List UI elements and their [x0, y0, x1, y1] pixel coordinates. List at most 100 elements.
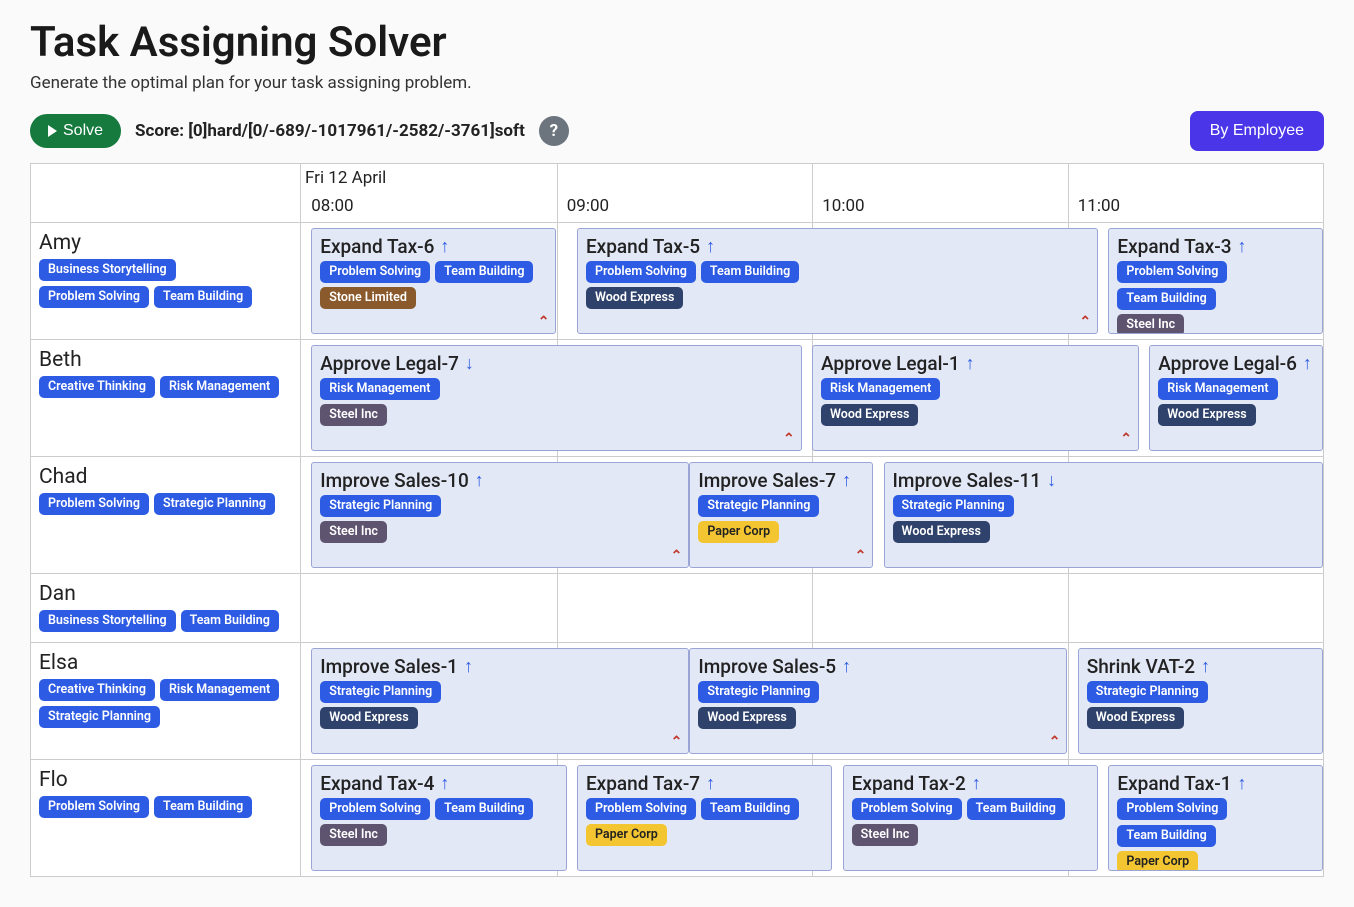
task-skills: Strategic Planning [320, 681, 680, 703]
task-title-text: Expand Tax-6 [320, 235, 434, 258]
skill-pill: Problem Solving [1117, 261, 1227, 283]
skill-pill: Problem Solving [1117, 798, 1227, 820]
employee-skills: Creative ThinkingRisk ManagementStrategi… [39, 679, 290, 728]
task-title-text: Approve Legal-7 [320, 352, 459, 375]
employee-skills: Creative ThinkingRisk Management [39, 376, 290, 398]
customer-pill: Paper Corp [698, 521, 779, 543]
task-title: Improve Sales-7↑ [698, 469, 864, 492]
employee-timeline [301, 574, 1323, 642]
task-customer: Steel Inc [1117, 314, 1314, 334]
gridline [1323, 164, 1324, 222]
skill-pill: Strategic Planning [154, 493, 275, 515]
task-card[interactable]: Expand Tax-3↑Problem SolvingTeam Buildin… [1108, 228, 1323, 334]
task-title: Shrink VAT-2↑ [1087, 655, 1314, 678]
gridline [1323, 340, 1324, 456]
by-employee-button[interactable]: By Employee [1190, 111, 1324, 151]
task-card[interactable]: Improve Sales-7↑ Strategic Planning Paper … [689, 462, 873, 568]
task-customer: Wood Express [893, 521, 1314, 543]
priority-up-icon: ↑ [842, 470, 851, 491]
skill-pill: Strategic Planning [893, 495, 1014, 517]
task-customer: Steel Inc [320, 521, 680, 543]
customer-pill: Wood Express [586, 287, 683, 309]
task-title: Approve Legal-6 ↑ [1158, 352, 1314, 375]
task-skills: Strategic Planning [893, 495, 1314, 517]
task-card[interactable]: Shrink VAT-2↑Strategic PlanningWood Expr… [1078, 648, 1323, 754]
skill-pill: Team Building [154, 286, 252, 308]
skill-pill: Risk Management [1158, 378, 1277, 400]
gridline [1323, 643, 1324, 759]
task-title: Expand Tax-7↑ [586, 772, 824, 795]
gridline [1323, 457, 1324, 573]
customer-pill: Steel Inc [320, 404, 387, 426]
employee-skills: Business StorytellingProblem SolvingTeam… [39, 259, 290, 308]
customer-pill: Steel Inc [320, 824, 387, 846]
task-customer: Paper Corp [698, 521, 864, 543]
priority-up-icon: ↑ [706, 236, 715, 257]
task-card[interactable]: Approve Legal-6↑Risk ManagementWood Expr… [1149, 345, 1323, 451]
skill-pill: Team Building [1117, 825, 1215, 847]
skill-pill: Team Building [154, 796, 252, 818]
help-icon[interactable]: ? [539, 116, 569, 146]
toolbar: Solve Score: [0]hard/[0/-689/-1017961/-2… [30, 111, 1324, 151]
task-title-text: Expand Tax-2 [852, 772, 966, 795]
task-title: Expand Tax-2 ↑ [852, 772, 1090, 795]
task-card[interactable]: Improve Sales-1↑Strategic PlanningWood E… [311, 648, 689, 754]
task-card[interactable]: Expand Tax-4↑Problem SolvingTeam Buildin… [311, 765, 567, 871]
employee-cell: Amy Business StorytellingProblem SolvingT… [31, 223, 301, 339]
task-skills: Problem SolvingTeam Building [852, 798, 1090, 820]
priority-up-icon: ↑ [842, 656, 851, 677]
task-card[interactable]: Approve Legal-7↓Risk ManagementSteel Inc… [311, 345, 802, 451]
priority-up-icon: ↑ [972, 773, 981, 794]
task-card[interactable]: Expand Tax-7↑Problem SolvingTeam Buildin… [577, 765, 833, 871]
task-card[interactable]: Expand Tax-6↑ Problem SolvingTeam Buildin… [311, 228, 556, 334]
skill-pill: Team Building [435, 261, 533, 283]
time-label: 11:00 [1078, 196, 1120, 216]
customer-pill: Steel Inc [320, 521, 387, 543]
task-customer: Paper Corp [1117, 851, 1314, 871]
task-title: Improve Sales-1↑ [320, 655, 680, 678]
solve-button[interactable]: Solve [30, 114, 121, 148]
task-card[interactable]: Expand Tax-2 ↑ Problem SolvingTeam Buildin… [843, 765, 1099, 871]
task-card[interactable]: Expand Tax-1↑Problem SolvingTeam Buildin… [1108, 765, 1323, 871]
task-card[interactable]: Improve Sales-5↑Strategic PlanningWood E… [689, 648, 1067, 754]
task-title-text: Improve Sales-11 [893, 469, 1042, 492]
gridline [557, 574, 558, 642]
pin-icon: ⌃ [1120, 431, 1132, 447]
employee-row: DanBusiness StorytellingTeam Building [31, 574, 1323, 643]
employee-name: Amy [39, 231, 290, 255]
task-title-text: Approve Legal-1 [821, 352, 960, 375]
task-title: Expand Tax-6↑ [320, 235, 547, 258]
skill-pill: Problem Solving [852, 798, 962, 820]
skill-pill: Team Building [435, 798, 533, 820]
skill-pill: Strategic Planning [320, 681, 441, 703]
skill-pill: Problem Solving [320, 261, 430, 283]
gridline [812, 164, 813, 222]
task-title-text: Shrink VAT-2 [1087, 655, 1195, 678]
task-title-text: Approve Legal-6 [1158, 352, 1297, 375]
gridline [557, 164, 558, 222]
skill-pill: Risk Management [160, 376, 279, 398]
task-card[interactable]: Improve Sales-11↓Strategic PlanningWood … [884, 462, 1323, 568]
gridline [812, 574, 813, 642]
skill-pill: Problem Solving [39, 796, 149, 818]
skill-pill: Strategic Planning [39, 706, 160, 728]
task-title-text: Improve Sales-1 [320, 655, 458, 678]
skill-pill: Team Building [181, 610, 279, 632]
skill-pill: Strategic Planning [698, 495, 819, 517]
priority-up-icon: ↑ [1303, 353, 1312, 374]
gridline [1068, 643, 1069, 759]
task-card[interactable]: Expand Tax-5↑Problem SolvingTeam Buildin… [577, 228, 1098, 334]
task-skills: Strategic Planning [1087, 681, 1314, 703]
task-card[interactable]: Approve Legal-1↑Risk ManagementWood Expr… [812, 345, 1139, 451]
task-card[interactable]: Improve Sales-10↑Strategic PlanningSteel… [311, 462, 689, 568]
skill-pill: Creative Thinking [39, 376, 155, 398]
employee-timeline: Expand Tax-6↑Problem SolvingTeam Buildin… [301, 223, 1323, 339]
skill-pill: Problem Solving [586, 261, 696, 283]
task-customer: Wood Express [698, 707, 1058, 729]
pin-icon: ⌃ [783, 431, 795, 447]
task-customer: Steel Inc [852, 824, 1090, 846]
employee-name: Dan [39, 582, 290, 606]
employee-cell: FloProblem SolvingTeam Building [31, 760, 301, 876]
score-text: Score: [0]hard/[0/-689/-1017961/-2582/-3… [135, 121, 525, 141]
skill-pill: Problem Solving [320, 798, 430, 820]
